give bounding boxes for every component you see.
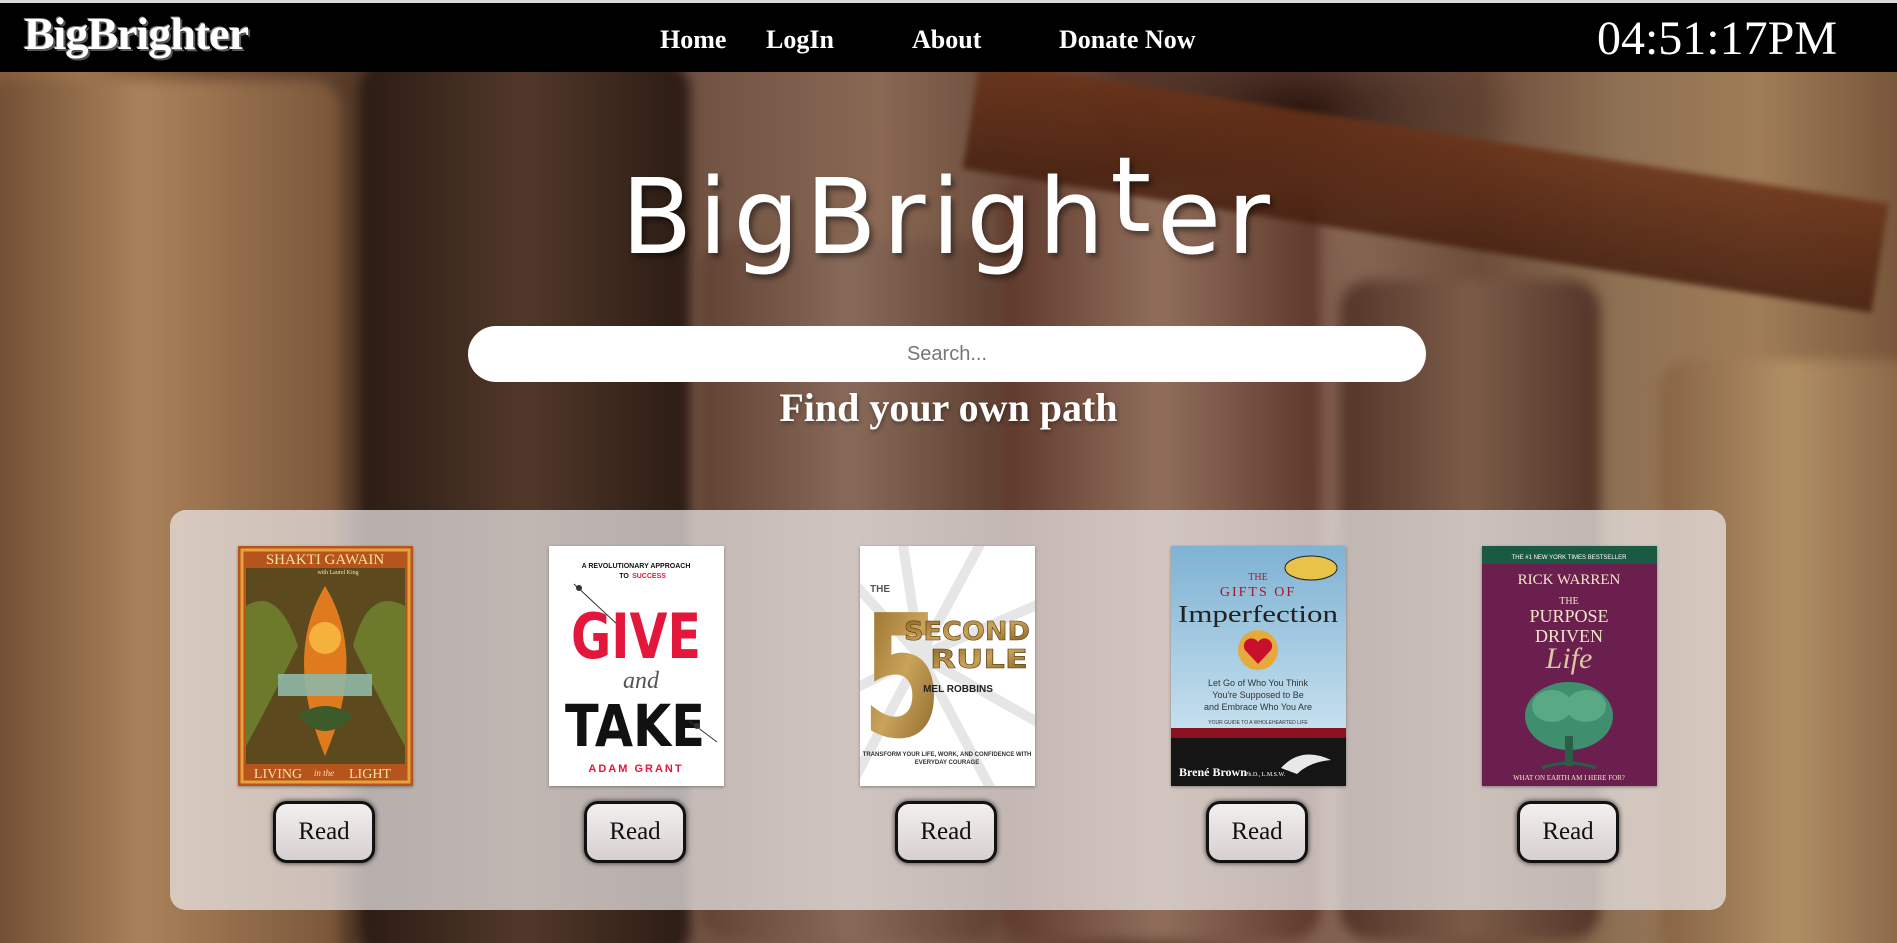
book-cover-gifts-of-imperfection[interactable]: THE GIFTS OF Imperfection Let Go of Who … — [1171, 546, 1346, 786]
search-input[interactable] — [468, 326, 1426, 382]
top-navbar: BigBrighter Home LogIn About Donate Now … — [0, 0, 1897, 72]
book5-life-text: Life — [1545, 642, 1593, 675]
hero-title-raised-t: t — [1110, 134, 1158, 256]
book-card: SHAKTI GAWAIN with Laurel King LIVING in… — [238, 546, 413, 876]
read-button[interactable]: Read — [1206, 801, 1308, 863]
book-cover-art: THE GIFTS OF Imperfection Let Go of Who … — [1171, 546, 1346, 786]
book1-author-text: SHAKTI GAWAIN — [266, 552, 385, 568]
book2-title-take-text: TAKE — [565, 692, 705, 760]
book2-author-text: ADAM GRANT — [588, 763, 683, 775]
book4-author-text: Brené Brown — [1179, 765, 1247, 779]
nav-login-link[interactable]: LogIn — [766, 27, 834, 53]
hero-title-part-a: BigBrigh — [621, 156, 1111, 278]
book4-subtitle-a-text: Let Go of Who You Think — [1208, 678, 1308, 688]
book3-second-text: SECOND — [904, 617, 1030, 647]
book2-title-and-text: and — [623, 668, 660, 694]
book4-title-text: Imperfection — [1178, 602, 1338, 628]
book5-banner-text: THE #1 NEW YORK TIMES BESTSELLER — [1512, 555, 1627, 561]
book-cover-give-and-take[interactable]: A REVOLUTIONARY APPROACH TO SUCCESS GIVE… — [549, 546, 724, 786]
book3-rule-text: RULE — [930, 645, 1028, 675]
book-cover-living-in-the-light[interactable]: SHAKTI GAWAIN with Laurel King LIVING in… — [238, 546, 413, 786]
book-card: THE 5 SECOND RULE MEL ROBBINS TRANSFORM … — [860, 546, 1035, 876]
book2-tagline-c-text: SUCCESS — [632, 573, 666, 580]
nav-home-link[interactable]: Home — [660, 27, 726, 53]
hero-title: BigBrighter — [0, 138, 1897, 274]
brand-logo[interactable]: BigBrighter — [24, 11, 249, 57]
book-card: THE GIFTS OF Imperfection Let Go of Who … — [1171, 546, 1346, 876]
tagline: Find your own path — [779, 385, 1118, 430]
book4-guide-text: YOUR GUIDE TO A WHOLEHEARTED LIFE — [1208, 720, 1308, 726]
book-cover-5-second-rule[interactable]: THE 5 SECOND RULE MEL ROBBINS TRANSFORM … — [860, 546, 1035, 786]
book-cover-art: THE #1 NEW YORK TIMES BESTSELLER RICK WA… — [1482, 546, 1657, 786]
book2-title-give-text: GIVE — [571, 600, 701, 673]
book1-coauthor-text: with Laurel King — [317, 570, 358, 576]
nav-about-link[interactable]: About — [912, 27, 981, 53]
book-cover-art: THE 5 SECOND RULE MEL ROBBINS TRANSFORM … — [860, 546, 1035, 786]
book5-purpose-text: PURPOSE — [1529, 606, 1608, 626]
hero-title-part-b: er — [1157, 156, 1276, 278]
read-button[interactable]: Read — [273, 801, 375, 863]
book-panel: SHAKTI GAWAIN with Laurel King LIVING in… — [170, 510, 1726, 910]
read-button[interactable]: Read — [895, 801, 997, 863]
read-button[interactable]: Read — [1517, 801, 1619, 863]
book-card: THE #1 NEW YORK TIMES BESTSELLER RICK WA… — [1482, 546, 1657, 876]
clock-display: 04:51:17PM — [1596, 12, 1837, 65]
book-cover-art: A REVOLUTIONARY APPROACH TO SUCCESS GIVE… — [549, 546, 724, 786]
book3-subtitle-a-text: TRANSFORM YOUR LIFE, WORK, AND CONFIDENC… — [863, 752, 1032, 758]
book2-tagline-a-text: A REVOLUTIONARY APPROACH — [582, 563, 691, 570]
book4-gifts-text: GIFTS OF — [1220, 585, 1296, 600]
book-cover-art: SHAKTI GAWAIN with Laurel King LIVING in… — [238, 546, 413, 786]
book-cover-purpose-driven-life[interactable]: THE #1 NEW YORK TIMES BESTSELLER RICK WA… — [1482, 546, 1657, 786]
book5-question-text: WHAT ON EARTH AM I HERE FOR? — [1513, 774, 1625, 782]
book4-subtitle-c-text: and Embrace Who You Are — [1204, 702, 1312, 712]
book5-author-text: RICK WARREN — [1518, 572, 1621, 588]
read-button[interactable]: Read — [584, 801, 686, 863]
nav-donate-link[interactable]: Donate Now — [1059, 27, 1196, 53]
book3-five-text: 5 — [862, 579, 942, 777]
book1-title-c-text: LIGHT — [349, 767, 391, 782]
book1-title-a-text: LIVING — [254, 767, 302, 782]
book4-the-text: THE — [1248, 572, 1267, 583]
book4-subtitle-b-text: You're Supposed to Be — [1212, 690, 1303, 700]
book2-tagline-b-text: TO — [619, 573, 629, 580]
book4-credentials-text: Ph.D., L.M.S.W. — [1245, 772, 1286, 778]
book1-title-b-text: in the — [314, 768, 334, 778]
book3-subtitle-b-text: EVERYDAY COURAGE — [915, 760, 979, 766]
book3-author-text: MEL ROBBINS — [923, 684, 993, 695]
book-card: A REVOLUTIONARY APPROACH TO SUCCESS GIVE… — [549, 546, 724, 876]
